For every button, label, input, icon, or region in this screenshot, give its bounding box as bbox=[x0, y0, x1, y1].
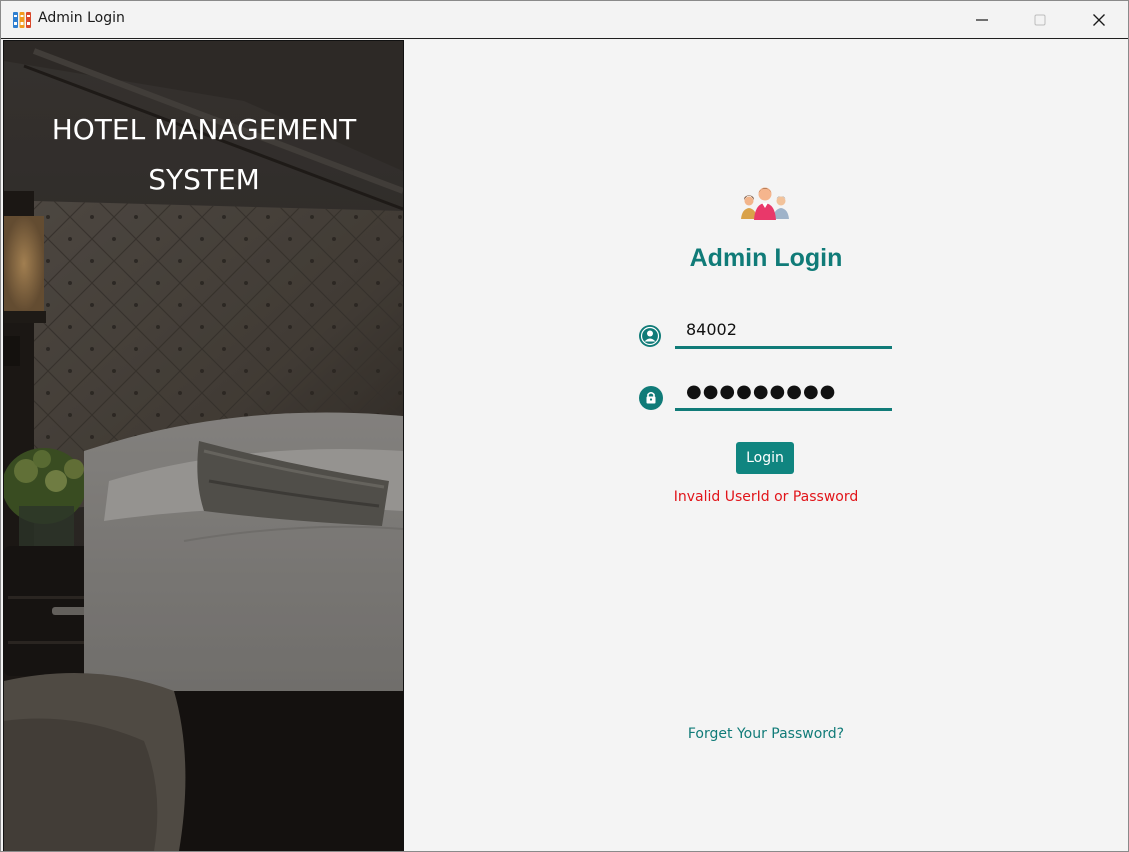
users-icon bbox=[741, 187, 789, 220]
close-button[interactable] bbox=[1070, 1, 1128, 38]
app-icon bbox=[13, 12, 31, 28]
maximize-button[interactable] bbox=[1011, 1, 1069, 38]
minimize-icon bbox=[976, 18, 988, 21]
userid-input[interactable] bbox=[675, 313, 892, 349]
hotel-title: HOTEL MANAGEMENT SYSTEM bbox=[4, 105, 403, 205]
login-button[interactable]: Login bbox=[736, 442, 794, 474]
hotel-title-line2: SYSTEM bbox=[148, 163, 260, 196]
login-form-panel: Admin Login Login Invalid UserId or Pass… bbox=[404, 40, 1128, 851]
login-window: Admin Login HOTEL MANAGEMENT SYSTEM Admi… bbox=[0, 0, 1129, 852]
minimize-button[interactable] bbox=[953, 1, 1011, 38]
hotel-title-line1: HOTEL MANAGEMENT bbox=[51, 113, 357, 146]
forgot-password-link[interactable]: Forget Your Password? bbox=[404, 726, 1128, 742]
title-bar: Admin Login bbox=[1, 1, 1128, 39]
password-input[interactable] bbox=[675, 375, 892, 411]
user-icon bbox=[639, 325, 661, 347]
maximize-icon bbox=[1034, 14, 1046, 25]
hotel-image-panel: HOTEL MANAGEMENT SYSTEM bbox=[3, 40, 404, 851]
lock-icon bbox=[639, 386, 663, 410]
window-title: Admin Login bbox=[38, 10, 125, 26]
close-icon bbox=[1093, 13, 1105, 26]
login-heading: Admin Login bbox=[689, 244, 843, 272]
error-message: Invalid UserId or Password bbox=[673, 489, 859, 505]
